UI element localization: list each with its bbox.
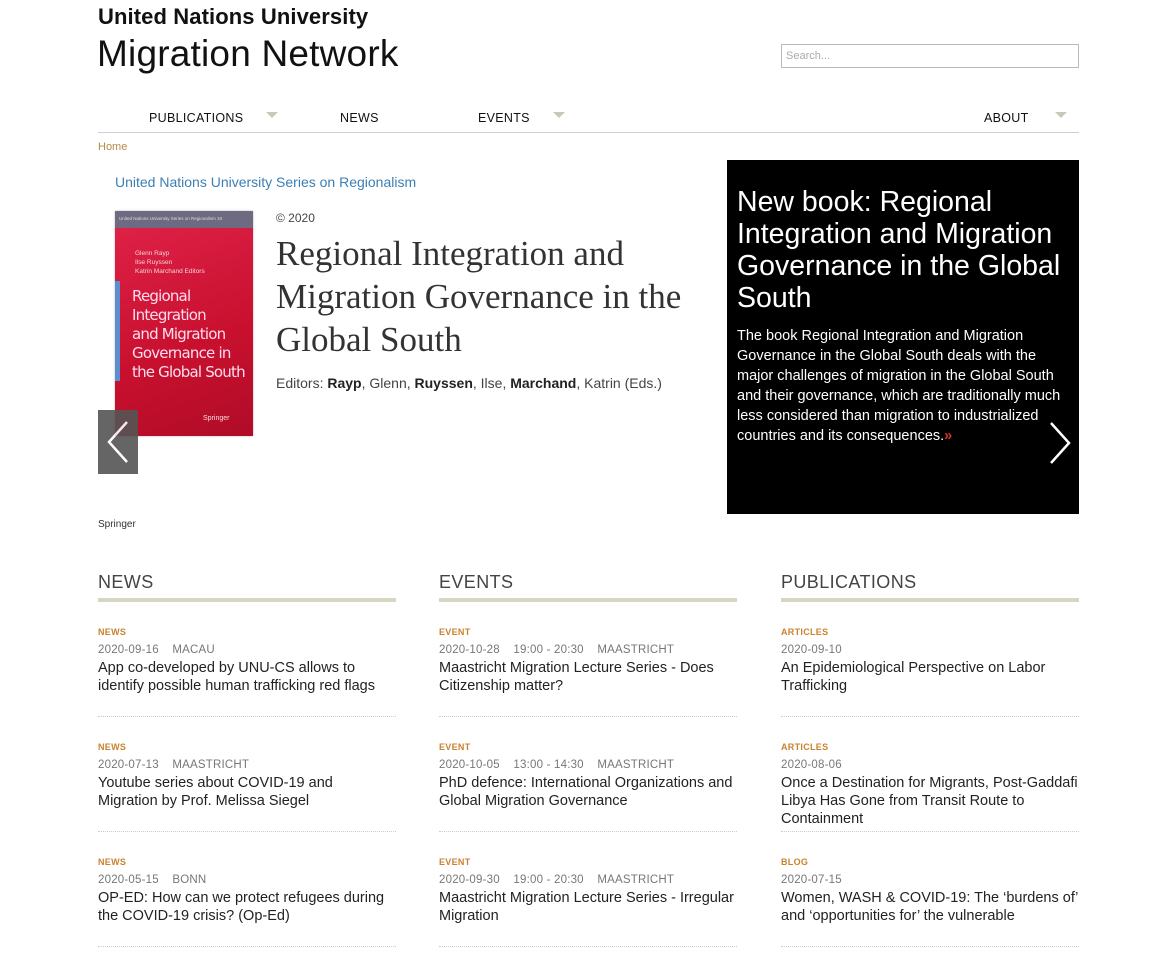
entry-title[interactable]: Maastricht Migration Lecture Series - Do… xyxy=(439,659,737,695)
slide-heading[interactable]: New book: Regional Integration and Migra… xyxy=(737,186,1072,314)
list-item[interactable]: EVENT 2020-10-28 19:00 - 20:30 MAASTRICH… xyxy=(439,602,737,717)
nav-news[interactable]: NEWS xyxy=(340,111,379,125)
main-nav: PUBLICATIONS NEWS EVENTS ABOUT xyxy=(98,104,1079,133)
book-editors: Editors: Rayp, Glenn, Ruyssen, Ilse, Mar… xyxy=(276,375,662,391)
list-item[interactable]: ARTICLES 2020-08-06 Once a Destination f… xyxy=(781,717,1079,832)
publications-column: PUBLICATIONS ARTICLES 2020-09-10 An Epid… xyxy=(781,572,1079,947)
entry-meta: 2020-07-13 MAASTRICHT xyxy=(98,759,250,771)
series-label: United Nations University Series on Regi… xyxy=(115,174,417,190)
events-title[interactable]: EVENTS xyxy=(439,572,737,602)
book-cover: United Nations University Series on Regi… xyxy=(115,211,253,436)
cover-stripe xyxy=(115,281,120,381)
editor-first: , Ilse, xyxy=(472,375,507,391)
entry-type: ARTICLES xyxy=(781,742,829,752)
entry-title[interactable]: App co-developed by UNU-CS allows to ide… xyxy=(98,659,396,695)
editor-last: Marchand xyxy=(510,375,577,391)
entry-meta: 2020-10-28 19:00 - 20:30 MAASTRICHT xyxy=(439,644,675,656)
slide-description: The book Regional Integration and Migrat… xyxy=(737,326,1069,446)
entry-title[interactable]: OP-ED: How can we protect refugees durin… xyxy=(98,889,396,925)
list-item[interactable]: EVENT 2020-10-05 13:00 - 14:30 MAASTRICH… xyxy=(439,717,737,832)
slide-credit: Springer xyxy=(98,519,136,530)
chevron-down-icon[interactable] xyxy=(1055,112,1067,118)
list-item[interactable]: BLOG 2020-07-15 Women, WASH & COVID-19: … xyxy=(781,832,1079,947)
site-title[interactable]: Migration Network xyxy=(97,33,399,75)
entry-type: EVENT xyxy=(439,857,471,867)
entry-title[interactable]: Youtube series about COVID-19 and Migrat… xyxy=(98,774,396,810)
entry-type: NEWS xyxy=(98,742,127,752)
slider-prev-button[interactable] xyxy=(98,410,138,474)
entry-meta: 2020-09-16 MACAU xyxy=(98,644,215,656)
chevron-right-icon xyxy=(1050,422,1071,464)
entry-meta: 2020-07-15 xyxy=(781,874,842,886)
news-column: NEWS NEWS 2020-09-16 MACAU App co-develo… xyxy=(98,572,396,947)
search-input[interactable] xyxy=(781,44,1079,68)
cover-editors: Glenn Rayp Ilse Ruyssen Katrin Marchand … xyxy=(135,250,205,275)
editor-last: Ruyssen xyxy=(414,375,473,391)
entry-type: ARTICLES xyxy=(781,627,829,637)
nav-publications[interactable]: PUBLICATIONS xyxy=(149,111,243,125)
entry-title[interactable]: Once a Destination for Migrants, Post-Ga… xyxy=(781,774,1079,828)
editors-label: Editors: xyxy=(276,375,324,391)
entry-title[interactable]: Women, WASH & COVID-19: The ‘burdens of’… xyxy=(781,889,1079,925)
editor-first: , Glenn, xyxy=(361,375,411,391)
chevron-left-icon xyxy=(107,421,128,463)
slide-image[interactable]: United Nations University Series on Regi… xyxy=(98,160,726,530)
entry-meta: 2020-05-15 BONN xyxy=(98,874,207,886)
entry-type: NEWS xyxy=(98,627,127,637)
slider-next-button[interactable] xyxy=(1045,418,1075,468)
read-more-link[interactable]: » xyxy=(944,428,952,444)
slide-caption: New book: Regional Integration and Migra… xyxy=(727,160,1079,514)
cover-series: United Nations University Series on Regi… xyxy=(115,211,253,228)
events-column: EVENTS EVENT 2020-10-28 19:00 - 20:30 MA… xyxy=(439,572,737,947)
entry-meta: 2020-10-05 13:00 - 14:30 MAASTRICHT xyxy=(439,759,675,771)
entry-title[interactable]: An Epidemiological Perspective on Labor … xyxy=(781,659,1079,695)
entry-type: BLOG xyxy=(781,857,809,867)
nav-events[interactable]: EVENTS xyxy=(478,111,530,125)
list-item[interactable]: NEWS 2020-05-15 BONN OP-ED: How can we p… xyxy=(98,832,396,947)
book-title: Regional Integration and Migration Gover… xyxy=(276,234,682,359)
chevron-down-icon[interactable] xyxy=(553,112,565,118)
cover-publisher: Springer xyxy=(203,415,230,422)
chevron-down-icon[interactable] xyxy=(266,112,278,118)
editor-first: , Katrin (Eds.) xyxy=(576,375,662,391)
publications-title[interactable]: PUBLICATIONS xyxy=(781,572,1079,602)
list-item[interactable]: NEWS 2020-09-16 MACAU App co-developed b… xyxy=(98,602,396,717)
entry-type: EVENT xyxy=(439,627,471,637)
nav-about[interactable]: ABOUT xyxy=(984,111,1029,125)
list-item[interactable]: NEWS 2020-07-13 MAASTRICHT Youtube serie… xyxy=(98,717,396,832)
site-org-title[interactable]: United Nations University xyxy=(98,4,368,30)
slide-text: The book Regional Integration and Migrat… xyxy=(737,328,1061,444)
entry-title[interactable]: Maastricht Migration Lecture Series - Ir… xyxy=(439,889,737,925)
entry-meta: 2020-09-10 xyxy=(781,644,842,656)
entry-type: EVENT xyxy=(439,742,471,752)
entry-title[interactable]: PhD defence: International Organizations… xyxy=(439,774,737,810)
list-item[interactable]: EVENT 2020-09-30 19:00 - 20:30 MAASTRICH… xyxy=(439,832,737,947)
editor-last: Rayp xyxy=(327,375,362,391)
list-item[interactable]: ARTICLES 2020-09-10 An Epidemiological P… xyxy=(781,602,1079,717)
news-title[interactable]: NEWS xyxy=(98,572,396,602)
entry-meta: 2020-09-30 19:00 - 20:30 MAASTRICHT xyxy=(439,874,675,886)
copyright: © 2020 xyxy=(276,211,315,225)
breadcrumb-home[interactable]: Home xyxy=(98,141,127,153)
cover-title: Regional Integration and Migration Gover… xyxy=(132,287,246,381)
entry-type: NEWS xyxy=(98,857,127,867)
entry-meta: 2020-08-06 xyxy=(781,759,842,771)
